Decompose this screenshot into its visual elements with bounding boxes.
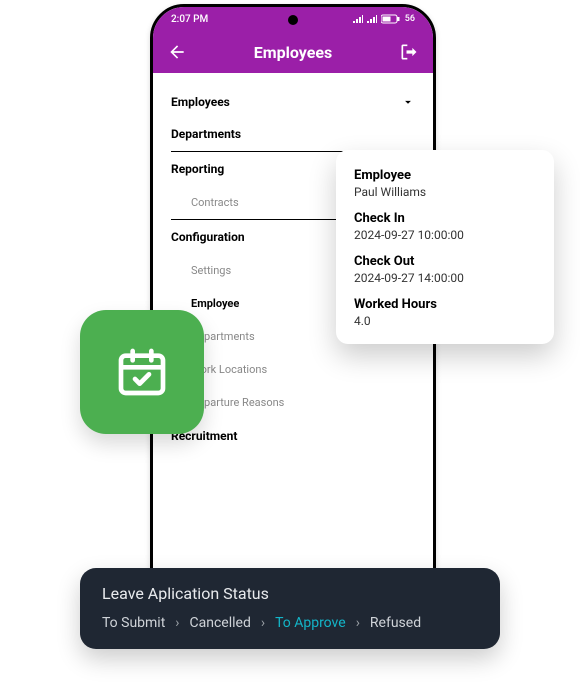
app-bar: Employees xyxy=(153,31,433,73)
card-worked-value: 4.0 xyxy=(354,314,536,328)
signal-icon xyxy=(367,15,377,23)
clock: 2:07 PM xyxy=(171,14,208,25)
card-employee-value: Paul Williams xyxy=(354,185,536,199)
nav-section-recruitment[interactable]: Recruitment xyxy=(171,419,415,453)
status-step-cancelled[interactable]: Cancelled xyxy=(190,615,251,631)
attendance-card: Employee Paul Williams Check In 2024-09-… xyxy=(336,150,554,344)
leave-status-title: Leave Aplication Status xyxy=(102,584,478,603)
card-employee-label: Employee xyxy=(354,168,536,183)
card-checkout-value: 2024-09-27 14:00:00 xyxy=(354,271,536,285)
status-step-to-submit[interactable]: To Submit xyxy=(102,615,165,631)
status-step-to-approve[interactable]: To Approve xyxy=(275,615,346,631)
logout-button[interactable] xyxy=(399,42,419,62)
camera-notch xyxy=(288,15,298,25)
arrow-left-icon xyxy=(167,42,187,62)
battery-percent: 56 xyxy=(405,14,415,24)
chevron-right-icon: › xyxy=(175,615,179,631)
battery-icon xyxy=(381,14,401,24)
status-step-refused[interactable]: Refused xyxy=(370,615,421,631)
chevron-right-icon: › xyxy=(261,615,265,631)
card-checkin-value: 2024-09-27 10:00:00 xyxy=(354,228,536,242)
signal-icon xyxy=(353,15,363,23)
card-checkin-label: Check In xyxy=(354,211,536,226)
nav-label: Employees xyxy=(171,95,230,109)
leave-status-panel: Leave Aplication Status To Submit › Canc… xyxy=(80,568,500,649)
calendar-check-icon xyxy=(114,344,170,400)
back-button[interactable] xyxy=(167,42,187,62)
nav-subitem-work-locations[interactable]: Work Locations xyxy=(171,353,415,386)
status-icons: 56 xyxy=(353,14,415,24)
exit-icon xyxy=(399,42,419,62)
page-title: Employees xyxy=(187,43,399,62)
leave-status-steps: To Submit › Cancelled › To Approve › Ref… xyxy=(102,615,478,631)
chevron-right-icon: › xyxy=(356,615,360,631)
card-checkout-label: Check Out xyxy=(354,254,536,269)
calendar-badge xyxy=(80,310,204,434)
nav-collapsible-employees[interactable]: Employees xyxy=(171,87,415,117)
nav-subitem-departure-reasons[interactable]: Departure Reasons xyxy=(171,386,415,419)
card-worked-label: Worked Hours xyxy=(354,297,536,312)
chevron-down-icon xyxy=(401,95,415,109)
nav-item-departments[interactable]: Departments xyxy=(171,117,415,151)
